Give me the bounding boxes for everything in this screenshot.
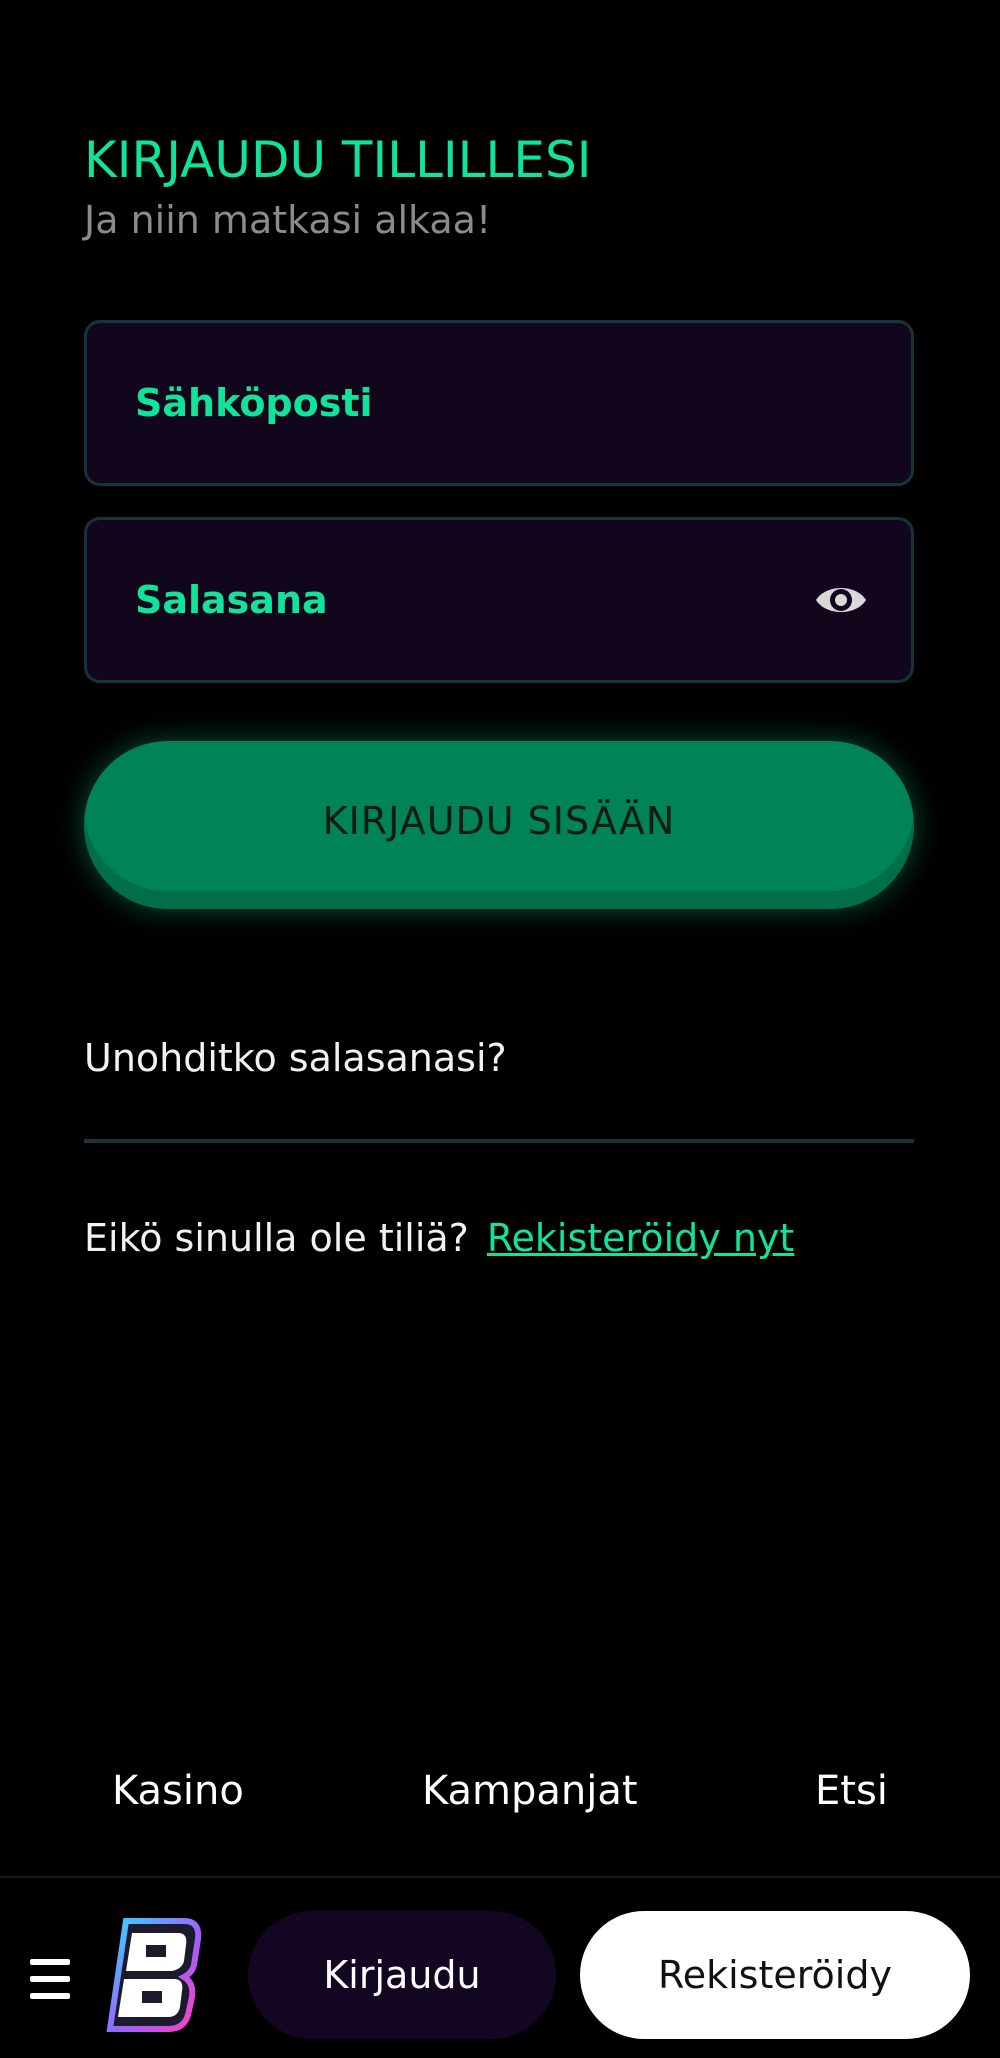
bottom-bar: Kirjaudu Rekisteröidy <box>0 1876 1000 2058</box>
forgot-password-link[interactable]: Unohditko salasanasi? <box>84 1034 507 1082</box>
page-title: KIRJAUDU TILLILLESI <box>84 131 592 189</box>
register-now-link[interactable]: Rekisteröidy nyt <box>487 1216 794 1260</box>
hamburger-menu-icon[interactable] <box>30 1959 70 1999</box>
email-field-container <box>84 320 914 486</box>
nav-item-casino[interactable]: Kasino <box>112 1765 244 1817</box>
no-account-text: Eikö sinulla ole tiliä? <box>84 1216 469 1260</box>
brand-logo-icon[interactable] <box>104 1915 202 2033</box>
page-subtitle: Ja niin matkasi alkaa! <box>84 198 492 242</box>
login-submit-button[interactable]: KIRJAUDU SISÄÄN <box>84 741 914 909</box>
password-field-container <box>84 517 914 683</box>
email-input[interactable] <box>87 323 911 483</box>
password-input[interactable] <box>87 520 911 680</box>
bottom-register-button[interactable]: Rekisteröidy <box>580 1911 970 2039</box>
divider <box>84 1139 914 1143</box>
eye-icon[interactable] <box>813 580 869 620</box>
nav-item-search[interactable]: Etsi <box>815 1765 888 1817</box>
bottom-login-button[interactable]: Kirjaudu <box>248 1911 556 2039</box>
signup-prompt: Eikö sinulla ole tiliä? Rekisteröidy nyt <box>84 1214 794 1262</box>
nav-item-promotions[interactable]: Kampanjat <box>422 1765 638 1817</box>
